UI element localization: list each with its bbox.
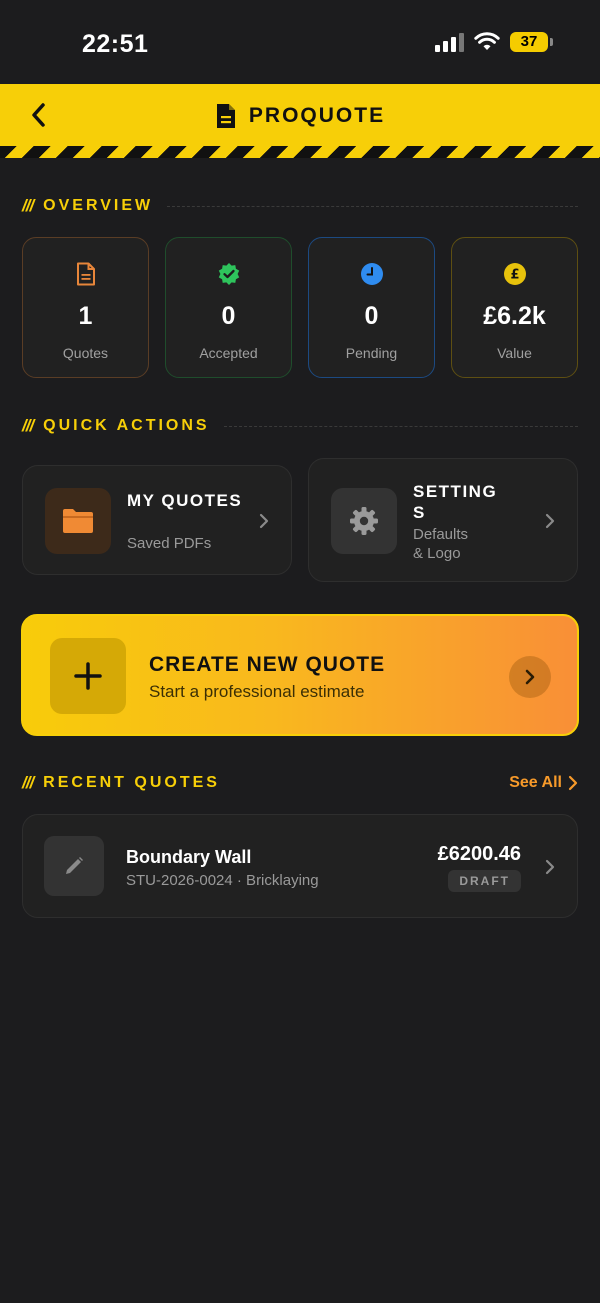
status-time: 22:51 [82,30,149,58]
hazard-stripes [0,146,600,158]
create-new-quote-button[interactable]: CREATE NEW QUOTE Start a professional es… [21,614,579,736]
stat-card-value[interactable]: £ £6.2k Value [451,237,578,378]
plus-icon [74,662,102,690]
settings-title-line: S [413,503,426,522]
chevron-right-icon [545,513,555,529]
section-accent-icon: /// [22,773,34,792]
quick-actions-title: QUICK ACTIONS [43,417,210,434]
stat-label: Quotes [62,345,109,361]
quick-actions-section-header: /// QUICK ACTIONS [22,414,578,438]
stat-value: 0 [221,302,236,330]
stat-card-pending[interactable]: 0 Pending [308,237,435,378]
pound-coin-icon: £ [503,262,527,286]
folder-icon [63,509,93,533]
see-all-link[interactable]: See All [509,774,578,792]
stat-label: Pending [345,345,398,361]
stat-value: £6.2k [483,302,546,330]
quote-title: Boundary Wall [126,847,252,867]
quote-amount: £6200.46 [437,843,521,865]
stat-value: 0 [364,302,379,330]
settings-title-line: SETTING [413,482,498,501]
stat-card-accepted[interactable]: 0 Accepted [165,237,292,378]
status-bar: 22:51 37 [0,0,600,84]
my-quotes-title: MY QUOTES [127,491,243,510]
overview-section-header: /// OVERVIEW [22,194,578,218]
battery-indicator: 37 [510,32,553,52]
quote-meta: STU-2026-0024 · Bricklaying [126,872,319,889]
create-icon-box [50,638,126,714]
settings-subtitle-line: & Logo [413,545,461,562]
app-header: PROQUOTE [0,84,600,158]
stat-label: Accepted [199,345,258,361]
document-icon [74,262,98,286]
section-accent-icon: /// [22,416,34,435]
overview-title: OVERVIEW [43,197,154,214]
my-quotes-button[interactable]: MY QUOTES Saved PDFs [22,465,292,575]
stat-card-quotes[interactable]: 1 Quotes [22,237,149,378]
settings-icon-box [331,488,397,554]
settings-button[interactable]: SETTING S Defaults & Logo [308,458,578,582]
quote-list-item[interactable]: Boundary Wall STU-2026-0024 · Bricklayin… [22,814,578,918]
settings-title: SETTING S [413,481,533,523]
create-title: CREATE NEW QUOTE [149,653,386,676]
pencil-icon [66,857,83,874]
recent-quotes-title: RECENT QUOTES [43,774,220,791]
status-icons: 37 [435,32,553,52]
chevron-right-icon [568,775,578,791]
create-arrow [509,656,551,698]
quote-icon-box [44,836,104,896]
section-accent-icon: /// [22,196,34,215]
create-subtitle: Start a professional estimate [149,682,365,701]
clock-icon [360,262,384,286]
chevron-right-icon [259,513,269,529]
app-title: PROQUOTE [248,104,386,127]
see-all-label: See All [509,774,562,791]
my-quotes-icon-box [45,488,111,554]
chevron-right-icon [545,859,555,875]
document-icon [216,104,235,128]
check-badge-icon [217,262,241,286]
wifi-icon [474,32,500,50]
settings-subtitle-line: Defaults [413,526,469,543]
cellular-signal-icon [435,32,464,52]
section-divider [223,425,578,427]
section-divider [167,205,578,207]
my-quotes-subtitle: Saved PDFs [127,535,212,552]
chevron-right-icon [525,669,535,685]
svg-text:£: £ [510,268,519,283]
stat-label: Value [497,345,532,361]
gear-icon [350,507,378,535]
status-badge: DRAFT [448,870,521,892]
header-title-group: PROQUOTE [0,102,600,130]
recent-quotes-section-header: /// RECENT QUOTES See All [22,771,578,795]
stat-value: 1 [78,302,93,330]
overview-stats: 1 Quotes 0 Accepted 0 Pending £ £6.2k Va… [22,237,578,378]
settings-subtitle: Defaults & Logo [413,525,533,563]
